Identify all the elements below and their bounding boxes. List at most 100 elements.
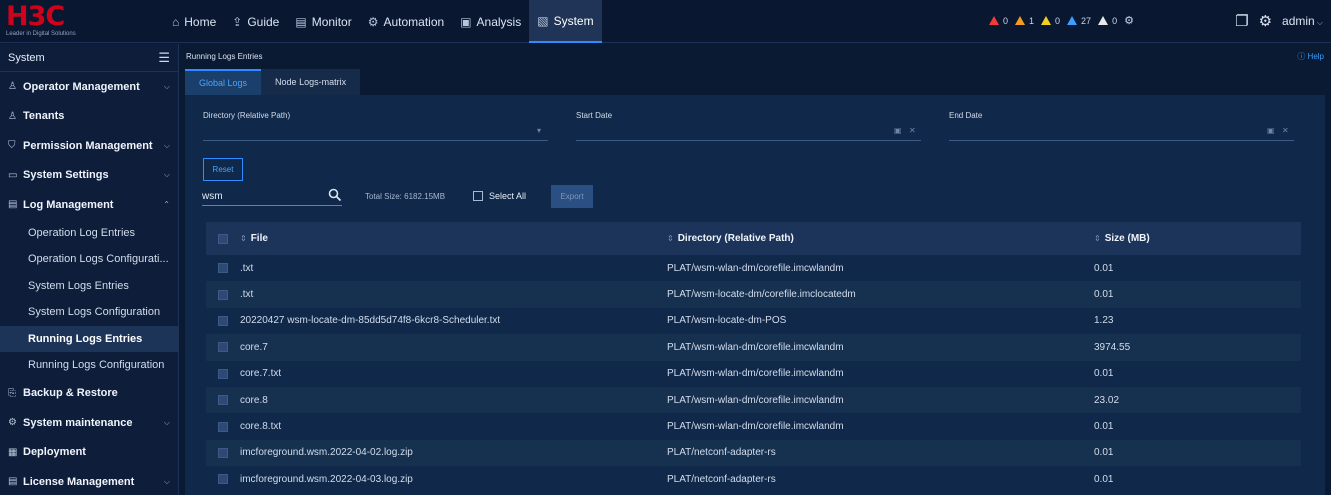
nav-system[interactable]: ▧ System xyxy=(529,0,602,43)
directory-select[interactable] xyxy=(203,140,548,141)
nav-label: Analysis xyxy=(476,14,522,29)
sidebar-header: System ☰ xyxy=(0,44,178,72)
major-alarm-icon xyxy=(1015,16,1026,25)
row-checkbox[interactable] xyxy=(218,289,228,300)
sort-icon: ⇕ xyxy=(240,234,247,243)
row-checkbox[interactable] xyxy=(218,447,228,458)
sidebar-item-running-logs-entries[interactable]: Running Logs Entries xyxy=(0,325,178,352)
end-date-input[interactable] xyxy=(949,140,1294,141)
log-icon: ▤ xyxy=(8,199,18,211)
cell-directory: PLAT/wsm-locate-dm/corefile.imclocatedm xyxy=(667,289,856,301)
column-label: Directory (Relative Path) xyxy=(677,233,794,244)
alarm-summary[interactable]: 0 1 0 27 0 ⚙ xyxy=(989,14,1134,27)
calendar-icon[interactable]: ▣ xyxy=(1267,126,1275,135)
help-link[interactable]: ⓘ Help xyxy=(1297,51,1324,62)
sidebar-item-operator-management[interactable]: ♙ Operator Management ⌵ xyxy=(0,72,178,102)
table-row[interactable]: core.8.txt PLAT/wsm-wlan-dm/corefile.imcw… xyxy=(206,413,1301,439)
select-all[interactable]: Select All xyxy=(473,191,526,201)
row-checkbox[interactable] xyxy=(218,421,228,432)
select-all-checkbox[interactable] xyxy=(473,191,483,201)
help-icon: ⓘ xyxy=(1297,51,1308,61)
start-date-input[interactable] xyxy=(576,140,921,141)
sidebar-title: System xyxy=(8,51,45,64)
cell-directory: PLAT/wsm-wlan-dm/corefile.imcwlandm xyxy=(667,262,844,274)
calendar-icon[interactable]: ▣ xyxy=(894,126,902,135)
sidebar-item-system-logs-configuration[interactable]: System Logs Configuration xyxy=(0,299,178,326)
user-icon: ♙ xyxy=(8,81,17,93)
sidebar-item-operation-log-entries[interactable]: Operation Log Entries xyxy=(0,220,178,247)
row-checkbox[interactable] xyxy=(218,263,228,274)
alarm-settings-icon[interactable]: ⚙ xyxy=(1124,14,1134,27)
help-label: Help xyxy=(1307,51,1324,61)
cell-directory: PLAT/wsm-wlan-dm/corefile.imcwlandm xyxy=(667,394,844,406)
row-checkbox[interactable] xyxy=(218,474,228,485)
row-checkbox[interactable] xyxy=(218,342,228,353)
nav-home[interactable]: ⌂ Home xyxy=(164,0,224,43)
table-row[interactable]: imcforeground.wsm.2022-04-02.log.zip PLAT… xyxy=(206,439,1301,467)
menu-collapse-icon[interactable]: ☰ xyxy=(158,50,170,66)
cell-size: 0.01 xyxy=(1094,368,1114,380)
shield-icon: ⛉ xyxy=(8,140,16,152)
table-row[interactable]: .txt PLAT/wsm-wlan-dm/corefile.imcwlandm 0… xyxy=(206,255,1301,281)
column-size[interactable]: ⇕ Size (MB) xyxy=(1094,233,1301,244)
column-file[interactable]: ⇕ File xyxy=(240,233,667,244)
cell-size: 0.01 xyxy=(1094,262,1114,274)
row-checkbox[interactable] xyxy=(218,315,228,326)
document-icon[interactable]: ❐ xyxy=(1235,12,1248,30)
sidebar-item-license-management[interactable]: ▤ License Management ⌵ xyxy=(0,467,178,495)
sidebar-item-permission-management[interactable]: ⛉ Permission Management ⌵ xyxy=(0,131,178,161)
sidebar-item-tenants[interactable]: ♙ Tenants xyxy=(0,102,178,132)
sidebar-item-system-maintenance[interactable]: ⚙ System maintenance ⌵ xyxy=(0,408,178,438)
sidebar-item-log-management[interactable]: ▤ Log Management ⌃ xyxy=(0,190,178,220)
table-row[interactable]: 20220427 wsm-locate-dm-85dd5d74f8-6kcr8-… xyxy=(206,308,1301,334)
search-value: wsm xyxy=(202,191,223,202)
sidebar-item-operation-logs-configuration[interactable]: Operation Logs Configurati... xyxy=(0,246,178,273)
user-menu[interactable]: admin ⌵ xyxy=(1282,14,1323,28)
guide-icon: ⇪ xyxy=(232,14,243,29)
chevron-down-icon: ⌵ xyxy=(163,170,170,180)
sidebar-item-label: Tenants xyxy=(23,110,65,123)
sidebar-item-system-logs-entries[interactable]: System Logs Entries xyxy=(0,273,178,300)
settings-icon: ▭ xyxy=(8,169,18,181)
nav-automation[interactable]: ⚙ Automation xyxy=(360,0,452,43)
sidebar-item-label: Operator Management xyxy=(23,80,140,93)
sort-icon: ⇕ xyxy=(667,234,674,243)
search-icon[interactable] xyxy=(328,188,342,202)
tab-node-logs-matrix[interactable]: Node Logs-matrix xyxy=(261,69,361,95)
nav-monitor[interactable]: ▤ Monitor xyxy=(287,0,359,43)
tenant-icon: ♙ xyxy=(8,110,17,122)
clear-icon[interactable]: ✕ xyxy=(909,126,916,135)
table-row[interactable]: core.7 PLAT/wsm-wlan-dm/corefile.imcwland… xyxy=(206,334,1301,361)
export-button[interactable]: Export xyxy=(551,185,593,208)
chevron-down-icon: ⌵ xyxy=(163,140,170,150)
gear-icon[interactable]: ⚙ xyxy=(1259,12,1272,30)
reset-button[interactable]: Reset xyxy=(203,158,243,181)
table-row[interactable]: core.7.txt PLAT/wsm-wlan-dm/corefile.imcw… xyxy=(206,361,1301,387)
table-row[interactable]: imcforeground.wsm.2022-04-03.log.zip PLAT… xyxy=(206,466,1301,492)
cell-directory: PLAT/netconf-adapter-rs xyxy=(667,447,776,459)
sidebar-item-backup-restore[interactable]: ⎘ Backup & Restore xyxy=(0,379,178,409)
select-all-label: Select All xyxy=(489,191,527,201)
clear-icon[interactable]: ✕ xyxy=(1282,126,1289,135)
tab-global-logs[interactable]: Global Logs xyxy=(185,69,262,95)
search-input[interactable]: wsm xyxy=(202,186,342,206)
row-checkbox[interactable] xyxy=(218,395,228,406)
cell-file: 20220427 wsm-locate-dm-85dd5d74f8-6kcr8-… xyxy=(240,315,501,327)
table-row[interactable]: .txt PLAT/wsm-locate-dm/corefile.imclocat… xyxy=(206,281,1301,308)
h3c-logo[interactable]: H3C Leader in Digital Solutions xyxy=(6,3,92,39)
nav-guide[interactable]: ⇪ Guide xyxy=(224,0,287,43)
column-label: File xyxy=(250,233,268,244)
end-date-label: End Date xyxy=(949,111,983,120)
monitor-icon: ▤ xyxy=(295,14,307,29)
table-row[interactable]: core.8 PLAT/wsm-wlan-dm/corefile.imcwland… xyxy=(206,386,1301,414)
header-checkbox[interactable] xyxy=(218,233,228,244)
row-checkbox[interactable] xyxy=(218,368,228,379)
brand-slogan: Leader in Digital Solutions xyxy=(6,31,76,37)
breadcrumb: Running Logs Entries ⓘ Help xyxy=(180,44,1331,68)
caret-down-icon[interactable]: ▾ xyxy=(537,126,541,135)
sidebar-item-running-logs-configuration[interactable]: Running Logs Configuration xyxy=(0,352,178,379)
sidebar-item-deployment[interactable]: ▦ Deployment xyxy=(0,438,178,468)
sidebar-item-system-settings[interactable]: ▭ System Settings ⌵ xyxy=(0,161,178,191)
nav-analysis[interactable]: ▣ Analysis xyxy=(452,0,529,43)
column-directory[interactable]: ⇕ Directory (Relative Path) xyxy=(667,233,1094,244)
